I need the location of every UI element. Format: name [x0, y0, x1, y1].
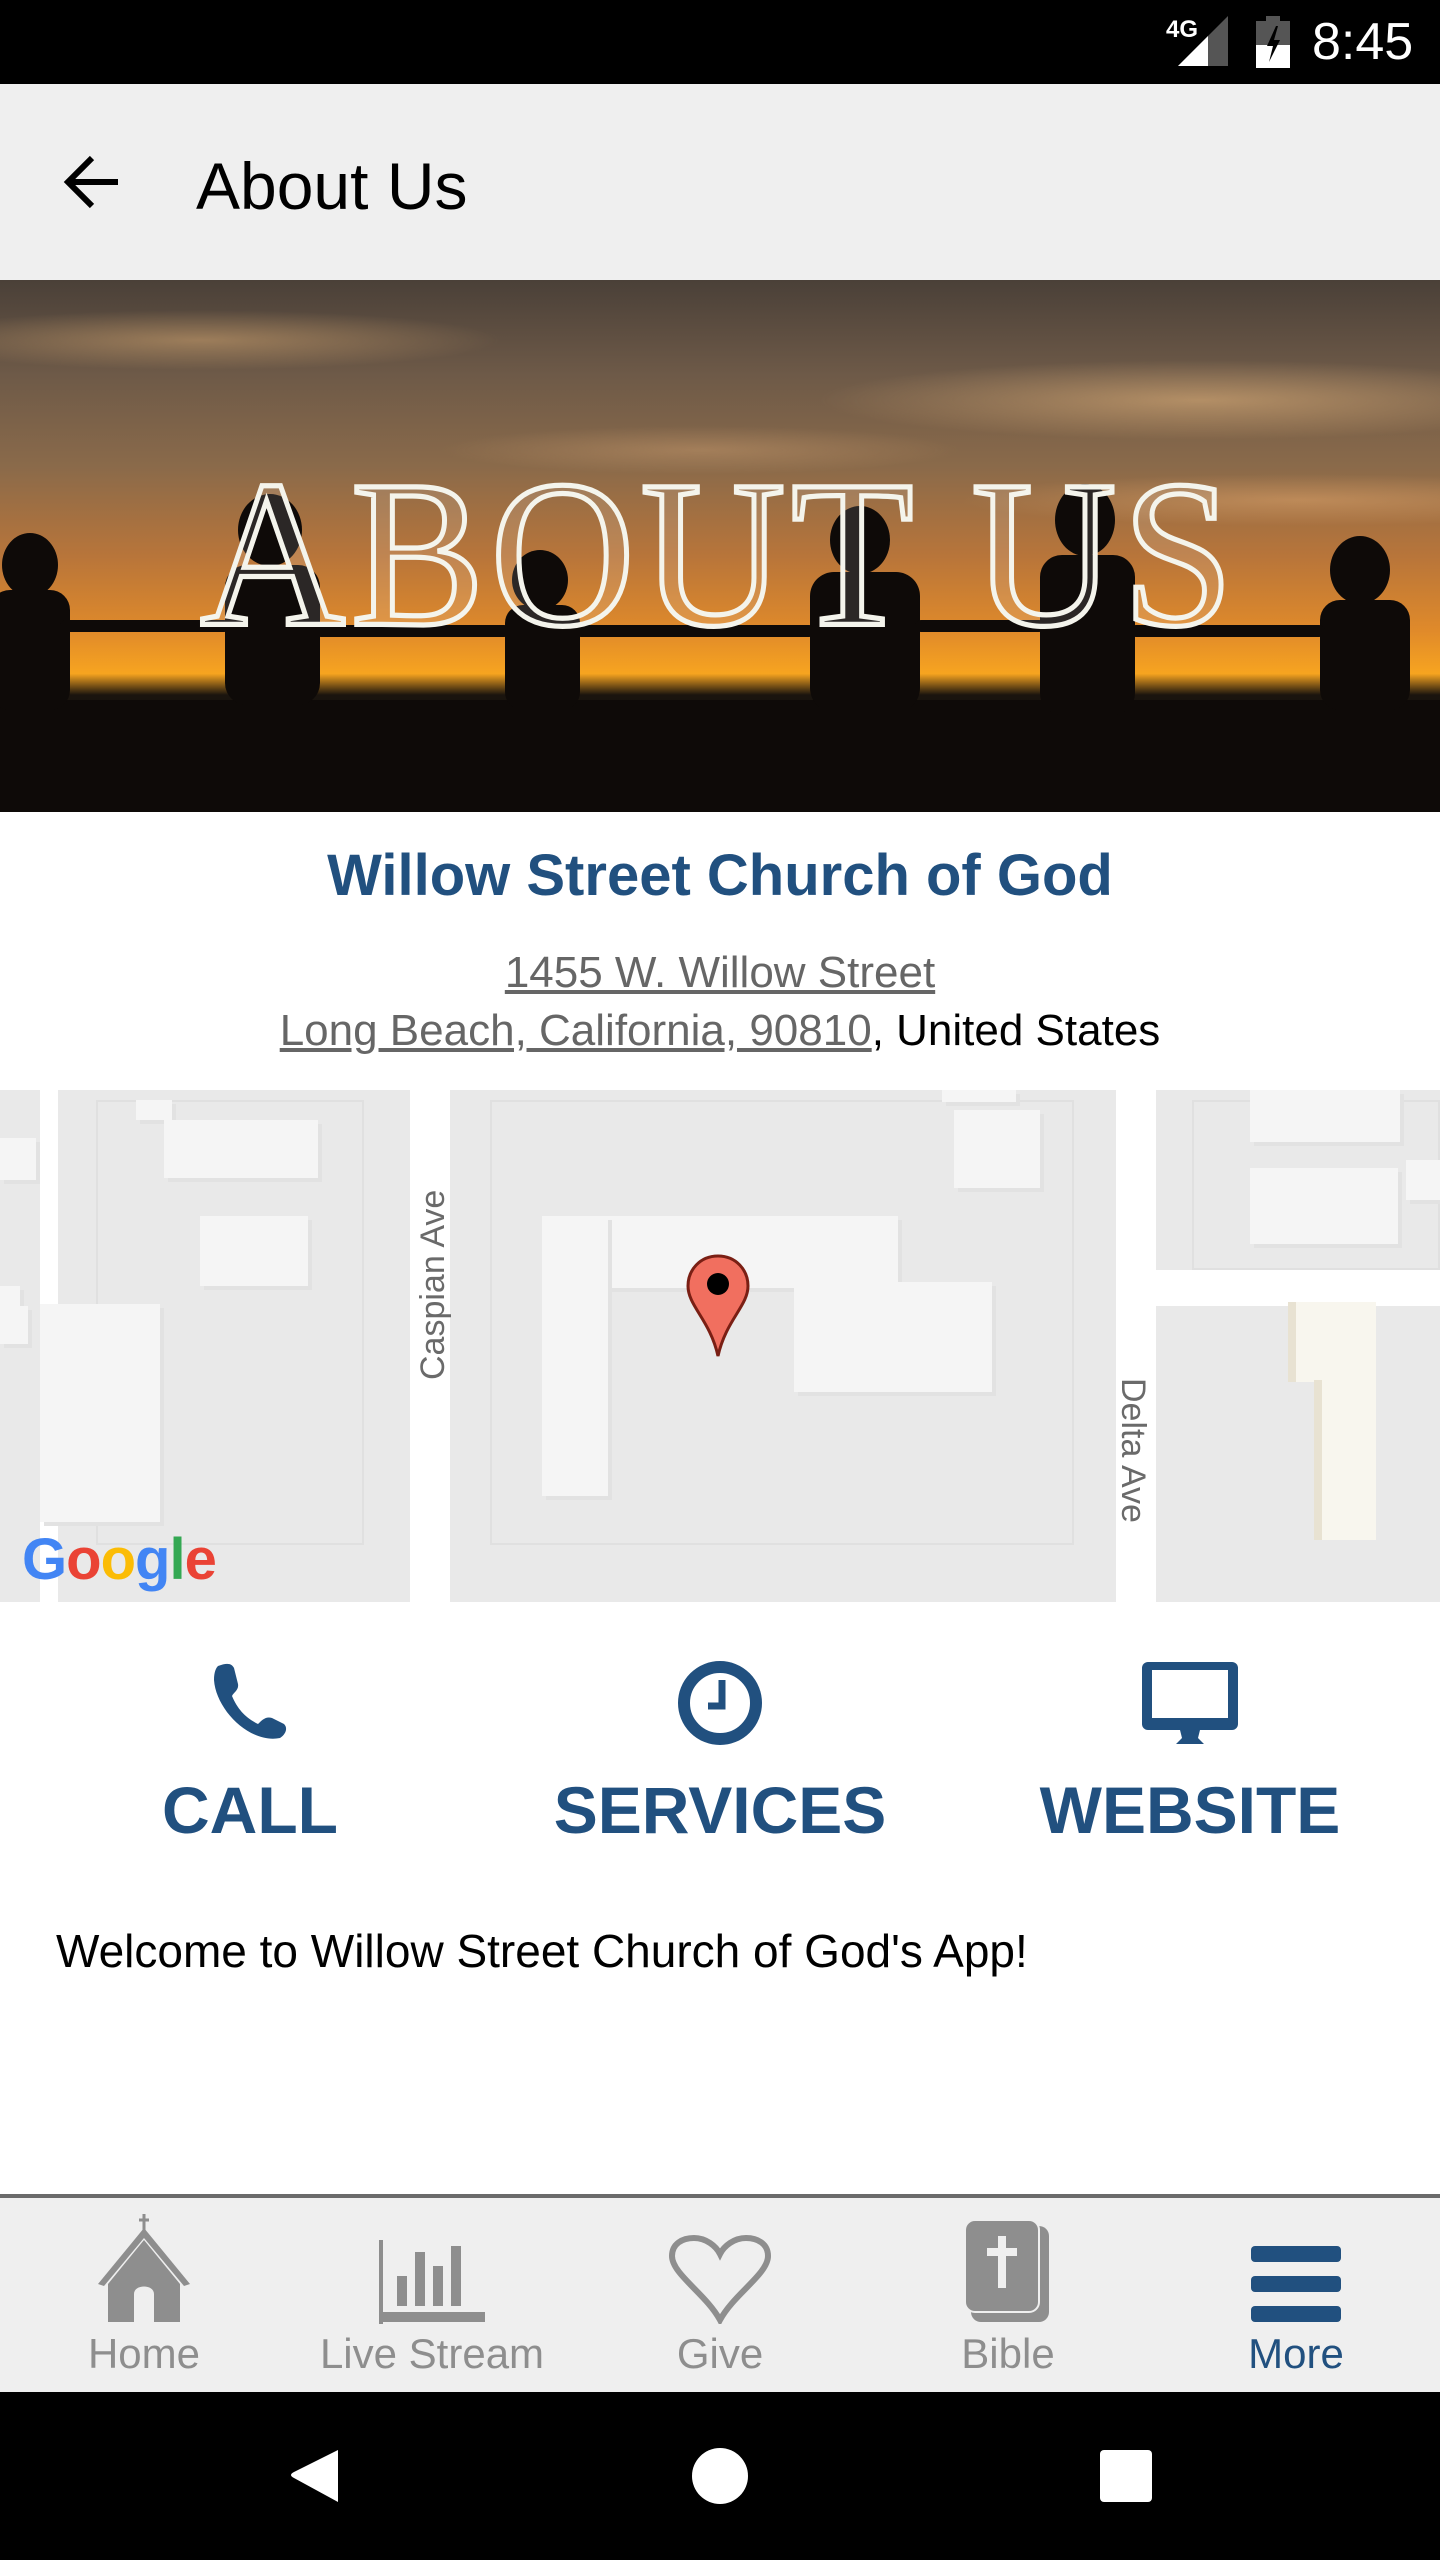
bar-chart-icon — [379, 2240, 485, 2324]
nav-item-live-stream[interactable]: Live Stream — [288, 2198, 576, 2392]
map-building — [954, 1110, 1040, 1188]
monitor-icon — [1142, 1662, 1238, 1744]
nav-label: Give — [676, 2330, 764, 2377]
nav-label: Live Stream — [319, 2330, 545, 2377]
website-button[interactable]: WEBSITE — [990, 1660, 1390, 1860]
services-label: SERVICES — [553, 1773, 887, 1847]
system-home-button[interactable] — [680, 2442, 760, 2510]
church-building — [542, 1216, 608, 1496]
welcome-text: Welcome to Willow Street Church of God's… — [56, 1925, 1028, 1977]
circle-home-icon — [692, 2448, 748, 2504]
triangle-back-icon — [291, 2450, 338, 2502]
map-building — [1296, 1302, 1376, 1382]
app-bar: About Us — [0, 84, 1440, 280]
church-icon — [98, 2214, 190, 2322]
call-button[interactable]: CALL — [50, 1660, 450, 1860]
services-button[interactable]: SERVICES — [520, 1660, 920, 1860]
map-building — [1322, 1380, 1376, 1540]
page-title: About Us — [196, 149, 468, 223]
map-view[interactable]: Caspian Ave Delta Ave Google — [0, 1090, 1440, 1602]
status-bar: 4G 8:45 — [0, 0, 1440, 84]
google-logo-letter: o — [100, 1527, 136, 1592]
menu-icon — [1251, 2246, 1341, 2322]
action-buttons: CALL SERVICES WEBSITE — [0, 1660, 1440, 1860]
website-label: WEBSITE — [1039, 1773, 1341, 1847]
map-building — [164, 1120, 318, 1178]
clock: 8:45 — [1312, 13, 1414, 71]
map-building — [1250, 1090, 1400, 1142]
system-recents-button[interactable] — [1086, 2442, 1166, 2510]
map-building — [200, 1216, 308, 1286]
call-label: CALL — [162, 1773, 338, 1847]
nav-item-give[interactable]: Give — [576, 2198, 864, 2392]
screen: 4G 8:45 About Us ABOUT US ABOUT US Willo… — [0, 0, 1440, 2560]
nav-item-home[interactable]: Home — [0, 2198, 288, 2392]
google-logo-letter: G — [22, 1527, 67, 1592]
about-us-banner-image: About Us About Us — [0, 280, 1440, 812]
square-recents-icon — [1100, 2450, 1152, 2502]
google-logo-letter: g — [135, 1527, 170, 1592]
map-building — [794, 1282, 992, 1392]
map-building — [1250, 1168, 1398, 1244]
street-label-caspian: Caspian Ave — [414, 1189, 452, 1380]
street-label-delta: Delta Ave — [1114, 1378, 1152, 1523]
nav-item-more[interactable]: More — [1152, 2198, 1440, 2392]
address-separator: , — [871, 1006, 897, 1055]
arrow-left-icon — [63, 155, 118, 209]
system-back-button[interactable] — [276, 2442, 356, 2510]
map-building — [942, 1090, 1016, 1102]
google-logo-letter: e — [184, 1527, 217, 1592]
address-line2-link[interactable]: Long Beach, California, 90810 — [280, 1006, 872, 1055]
clock-icon — [678, 1661, 762, 1745]
bible-icon — [965, 2220, 1049, 2322]
map-pin-icon[interactable] — [686, 1254, 750, 1358]
google-logo: Google — [22, 1526, 217, 1593]
address-line1-link[interactable]: 1455 W. Willow Street — [505, 948, 935, 997]
nav-item-bible[interactable]: Bible — [864, 2198, 1152, 2392]
church-name: Willow Street Church of God — [327, 843, 1113, 908]
nav-label: More — [1248, 2330, 1344, 2377]
google-logo-letter: o — [66, 1527, 101, 1592]
map-building — [0, 1138, 36, 1180]
map-building — [0, 1306, 28, 1344]
phone-icon — [214, 1663, 287, 1739]
system-navigation-bar — [0, 2392, 1440, 2560]
church-address: 1455 W. Willow Street Long Beach, Califo… — [0, 944, 1440, 1060]
map-building — [136, 1100, 172, 1120]
map-building — [40, 1304, 160, 1522]
bottom-navigation: Home Live Stream Give Bible More — [0, 2194, 1440, 2392]
battery-charging-icon — [1256, 16, 1290, 68]
banner-title: About Us — [198, 436, 1240, 673]
back-button[interactable] — [56, 146, 128, 218]
address-country: United States — [896, 1006, 1161, 1055]
nav-label: Bible — [961, 2330, 1055, 2377]
heart-icon — [668, 2234, 772, 2324]
signal-icon — [1178, 16, 1228, 66]
nav-label: Home — [87, 2330, 201, 2377]
google-logo-letter: l — [169, 1527, 185, 1592]
map-building — [1406, 1160, 1440, 1200]
